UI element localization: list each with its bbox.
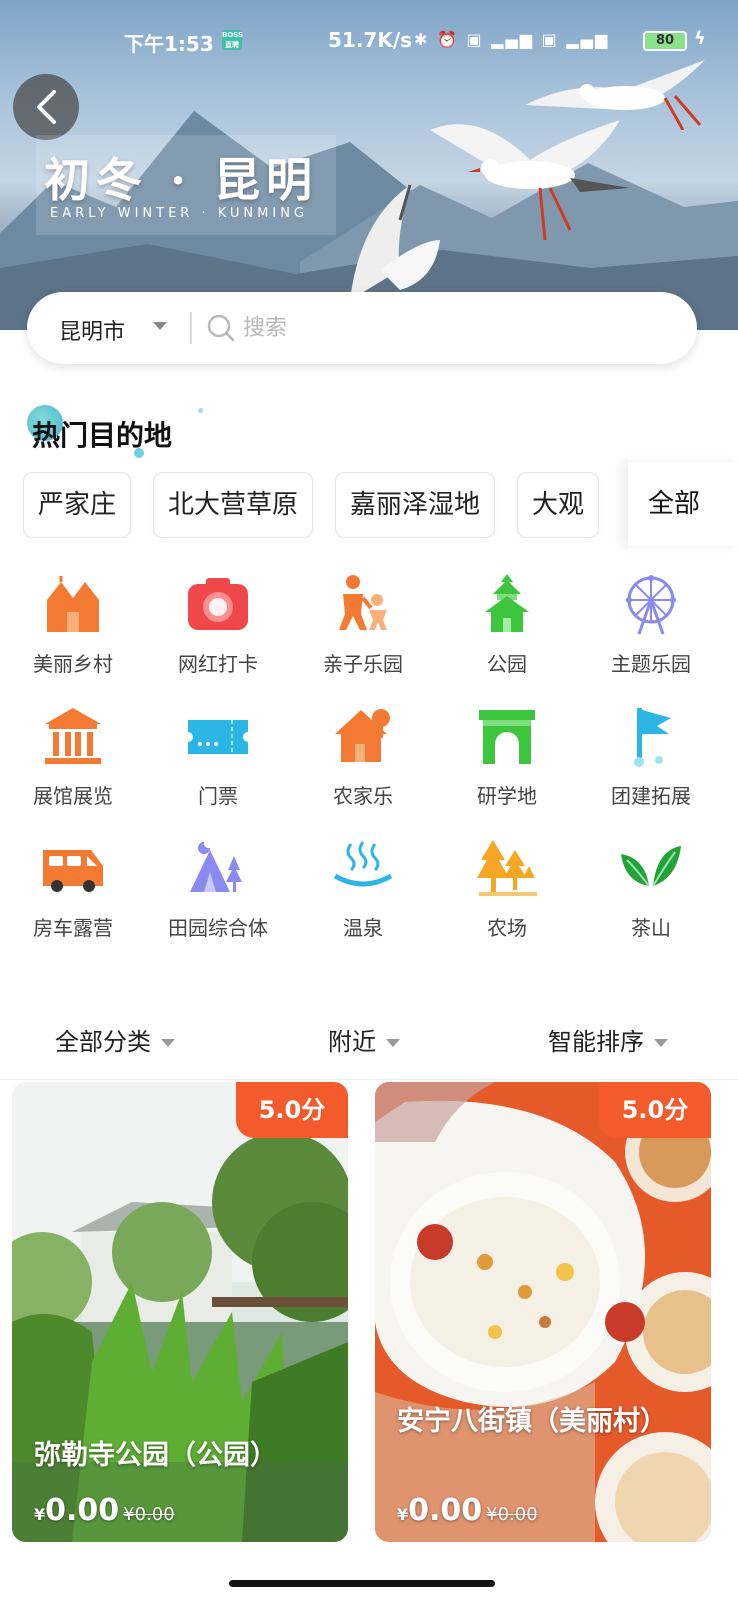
ferris-wheel-icon — [626, 575, 676, 635]
search-bar: 昆明市 — [27, 292, 697, 364]
destination-chip[interactable]: 嘉丽泽湿地 — [335, 472, 496, 538]
hero-banner[interactable]: 下午1:53 BOSS 直聘 51.7K/s ✱ ⏰ ▣ ▂▄▆ ▣ ▂▄▆ 8… — [0, 0, 738, 330]
destination-chips: 严家庄 北大营草原 嘉丽泽湿地 大观 — [23, 472, 633, 538]
price-current: 0.00 — [408, 1493, 483, 1528]
status-bar: 下午1:53 BOSS 直聘 51.7K/s ✱ ⏰ ▣ ▂▄▆ ▣ ▂▄▆ 8… — [0, 28, 738, 58]
category-tickets[interactable]: 门票 — [145, 704, 291, 824]
spot-card[interactable]: 5.0分 安宁八街镇（美丽村） ¥0.00 ¥0.00 — [375, 1082, 711, 1542]
category-label: 田园综合体 — [168, 916, 268, 940]
category-pastoral[interactable]: 田园综合体 — [145, 836, 291, 956]
tea-leaf-icon — [621, 846, 681, 887]
banner-title: 初冬 · 昆明 — [44, 153, 319, 207]
spot-name: 弥勒寺公园（公园） — [34, 1440, 277, 1471]
category-influencer[interactable]: 网红打卡 — [145, 572, 291, 692]
category-label: 主题乐园 — [611, 652, 691, 676]
currency-symbol: ¥ — [397, 1505, 409, 1524]
category-tea-mountain[interactable]: 茶山 — [578, 836, 724, 956]
category-label: 农场 — [487, 916, 527, 940]
category-farmhouse[interactable]: 农家乐 — [290, 704, 436, 824]
tent-icon — [190, 842, 242, 892]
rv-icon — [43, 850, 103, 892]
pagoda-icon — [485, 574, 529, 632]
rating-badge: 5.0分 — [236, 1082, 348, 1138]
category-rv-camping[interactable]: 房车露营 — [0, 836, 146, 956]
status-time: 下午1:53 — [124, 32, 214, 56]
category-exhibition[interactable]: 展馆展览 — [0, 704, 146, 824]
parent-child-icon — [339, 575, 387, 630]
filter-sort[interactable]: 智能排序 — [548, 1022, 668, 1057]
status-net-speed: 51.7K/s — [328, 28, 413, 52]
category-label: 网红打卡 — [178, 652, 258, 676]
banner-subtitle: EARLY WINTER · KUNMING — [50, 206, 308, 221]
decor-dot — [198, 408, 203, 413]
section-title-hot: 热门目的地 — [32, 419, 173, 452]
farmhouse-icon — [335, 709, 390, 762]
category-label: 农家乐 — [333, 784, 393, 808]
search-divider — [190, 312, 192, 344]
app-page: 下午1:53 BOSS 直聘 51.7K/s ✱ ⏰ ▣ ▂▄▆ ▣ ▂▄▆ 8… — [0, 0, 738, 1600]
camera-icon — [188, 578, 248, 630]
status-signal-icons: ✱ ⏰ ▣ ▂▄▆ ▣ ▂▄▆ — [414, 30, 610, 49]
category-label: 亲子乐园 — [323, 652, 403, 676]
category-village[interactable]: 美丽乡村 — [0, 572, 146, 692]
battery-icon: 80 — [643, 31, 687, 51]
all-destinations-button[interactable]: 全部 — [628, 462, 738, 546]
back-button[interactable] — [13, 74, 79, 140]
filter-label: 全部分类 — [55, 1028, 151, 1056]
caret-down-icon — [161, 1039, 175, 1047]
filter-bar: 全部分类 附近 智能排序 — [0, 1000, 738, 1080]
charging-icon: ϟ — [694, 28, 706, 49]
destination-chip[interactable]: 大观 — [517, 472, 600, 538]
trees-icon — [477, 840, 537, 896]
filter-label: 附近 — [328, 1028, 376, 1056]
caret-down-icon[interactable] — [153, 322, 167, 330]
category-label: 团建拓展 — [611, 784, 691, 808]
flag-icon — [634, 708, 671, 767]
spot-name: 安宁八街镇（美丽村） — [397, 1406, 667, 1437]
arch-icon — [479, 710, 535, 764]
category-parent-child[interactable]: 亲子乐园 — [290, 572, 436, 692]
category-farm[interactable]: 农场 — [434, 836, 580, 956]
price-original: ¥0.00 — [123, 1504, 175, 1525]
category-label: 茶山 — [631, 916, 671, 940]
price-current: 0.00 — [45, 1493, 120, 1528]
boss-app-icon: BOSS 直聘 — [222, 30, 244, 50]
category-label: 房车露营 — [33, 916, 113, 940]
filter-nearby[interactable]: 附近 — [328, 1022, 400, 1057]
category-label: 展馆展览 — [33, 784, 113, 808]
hot-spring-icon — [333, 841, 393, 887]
category-theme-park[interactable]: 主题乐园 — [578, 572, 724, 692]
home-indicator[interactable] — [229, 1580, 495, 1587]
ticket-icon — [188, 720, 248, 754]
category-park[interactable]: 公园 — [434, 572, 580, 692]
spot-price: ¥0.00 ¥0.00 — [397, 1493, 538, 1528]
caret-down-icon — [654, 1039, 668, 1047]
chevron-left-icon — [37, 90, 56, 124]
filter-label: 智能排序 — [548, 1028, 644, 1056]
search-input[interactable] — [243, 308, 643, 348]
spot-card[interactable]: 5.0分 弥勒寺公园（公园） ¥0.00 ¥0.00 — [12, 1082, 348, 1542]
city-selector[interactable]: 昆明市 — [59, 314, 125, 346]
category-hot-spring[interactable]: 温泉 — [290, 836, 436, 956]
category-label: 研学地 — [477, 784, 537, 808]
currency-symbol: ¥ — [34, 1505, 46, 1524]
search-icon — [207, 314, 235, 342]
village-icon — [47, 576, 99, 632]
caret-down-icon — [386, 1039, 400, 1047]
category-label: 公园 — [487, 652, 527, 676]
category-study[interactable]: 研学地 — [434, 704, 580, 824]
spot-price: ¥0.00 ¥0.00 — [34, 1493, 175, 1528]
filter-category[interactable]: 全部分类 — [55, 1022, 175, 1057]
food-photo — [375, 1082, 711, 1542]
category-label: 美丽乡村 — [33, 652, 113, 676]
category-team-building[interactable]: 团建拓展 — [578, 704, 724, 824]
category-label: 温泉 — [343, 916, 383, 940]
price-original: ¥0.00 — [486, 1504, 538, 1525]
museum-icon — [45, 708, 101, 764]
rating-badge: 5.0分 — [599, 1082, 711, 1138]
destination-chip[interactable]: 北大营草原 — [153, 472, 314, 538]
category-label: 门票 — [198, 784, 238, 808]
destination-chip[interactable]: 严家庄 — [23, 472, 132, 538]
